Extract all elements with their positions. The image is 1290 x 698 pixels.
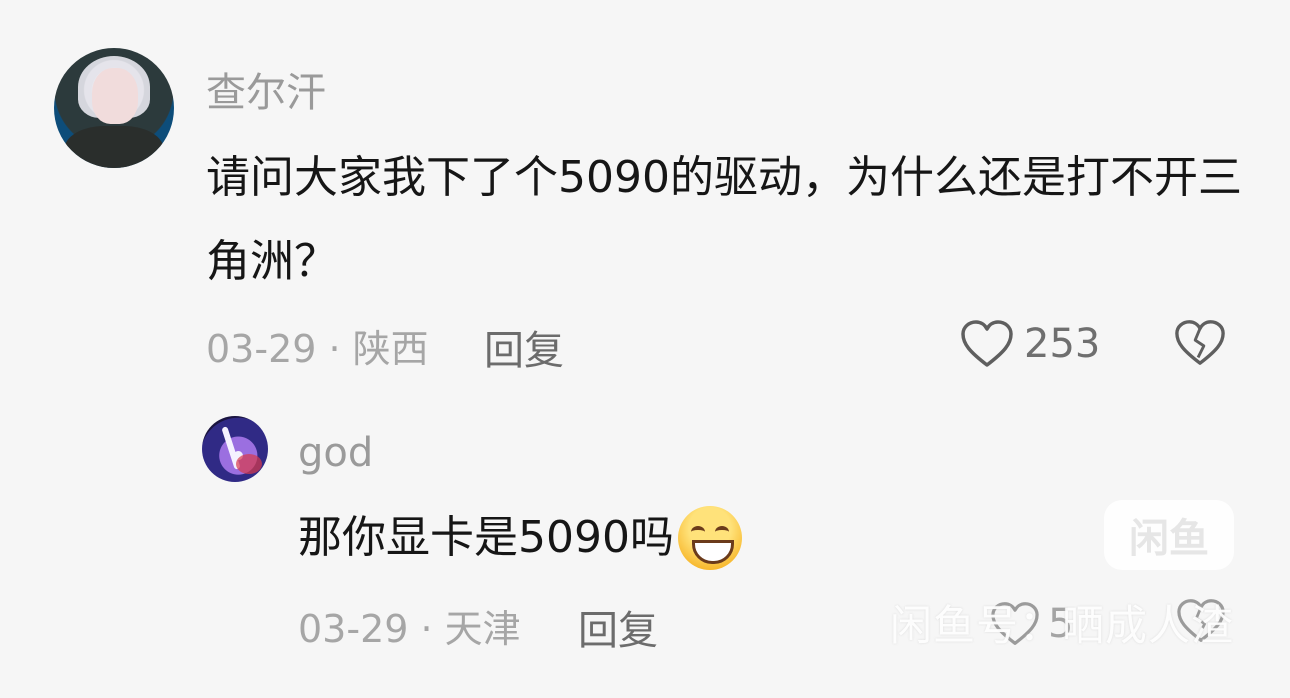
reply-button[interactable]: 回复 bbox=[578, 598, 658, 656]
heart-outline-icon bbox=[961, 320, 1013, 367]
avatar[interactable] bbox=[202, 416, 268, 482]
comment-text: 请问大家我下了个5090的驱动，为什么还是打不开三角洲？ bbox=[206, 152, 1242, 287]
username[interactable]: 查尔汗 bbox=[206, 60, 326, 118]
like-button[interactable]: 253 bbox=[960, 316, 1100, 372]
like-count: 253 bbox=[1024, 321, 1101, 367]
grinning-face-emoji bbox=[677, 506, 742, 570]
avatar[interactable] bbox=[54, 48, 174, 168]
broken-heart-icon bbox=[1175, 320, 1225, 365]
username[interactable]: god bbox=[298, 430, 373, 476]
comment-text-body: 那你显卡是5090吗 bbox=[298, 512, 674, 563]
watermark-text: 闲鱼号：晒成人渣 bbox=[890, 601, 1235, 650]
comment-text: 那你显卡是5090吗 bbox=[298, 506, 742, 570]
watermark-logo: 闲鱼 bbox=[1104, 500, 1234, 570]
comment-meta: 03-29 · 天津 bbox=[298, 607, 521, 651]
comment-meta: 03-29 · 陕西 bbox=[206, 327, 429, 371]
dislike-button[interactable] bbox=[1174, 318, 1226, 372]
reply-button[interactable]: 回复 bbox=[484, 318, 564, 376]
